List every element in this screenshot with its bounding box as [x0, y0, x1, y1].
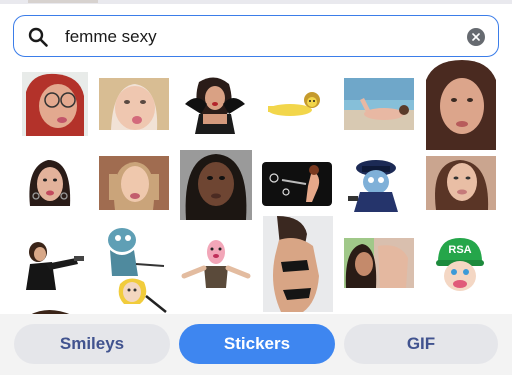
- sticker-r2c5[interactable]: [346, 156, 404, 212]
- sticker-r2c6[interactable]: [426, 156, 496, 210]
- top-strip-accent: [28, 0, 98, 3]
- sticker-r2c3[interactable]: [180, 150, 252, 220]
- search-icon: [27, 26, 49, 48]
- sticker-r3c2[interactable]: [100, 226, 170, 314]
- search-input[interactable]: femme sexy: [65, 26, 157, 48]
- tab-bar: Smileys Stickers GIF: [0, 314, 512, 375]
- tab-smileys[interactable]: Smileys: [14, 324, 170, 364]
- sticker-r1c3[interactable]: [181, 74, 249, 134]
- search-bar[interactable]: femme sexy: [13, 15, 499, 57]
- sticker-r2c2[interactable]: [99, 156, 169, 210]
- top-strip: [0, 0, 512, 4]
- clear-icon[interactable]: [467, 28, 485, 46]
- sticker-r2c4[interactable]: [262, 162, 332, 206]
- sticker-r3c1[interactable]: [22, 238, 86, 290]
- rsa-cap-text: RSA: [448, 244, 471, 256]
- sticker-r3c4[interactable]: [263, 216, 333, 312]
- sticker-r1c2[interactable]: [99, 78, 169, 130]
- sticker-r2c1[interactable]: [26, 156, 74, 212]
- sticker-grid: RSA: [0, 60, 512, 315]
- sticker-r3c5[interactable]: [344, 238, 414, 288]
- sticker-r3c3[interactable]: [180, 236, 252, 292]
- tab-gif[interactable]: GIF: [344, 324, 498, 364]
- sticker-r1c5[interactable]: [344, 78, 414, 130]
- sticker-r3c6[interactable]: RSA: [432, 236, 488, 292]
- sticker-r1c4[interactable]: [262, 90, 326, 120]
- sticker-r1c6[interactable]: [426, 60, 496, 150]
- sticker-r1c1[interactable]: [22, 72, 88, 136]
- tab-stickers[interactable]: Stickers: [179, 324, 335, 364]
